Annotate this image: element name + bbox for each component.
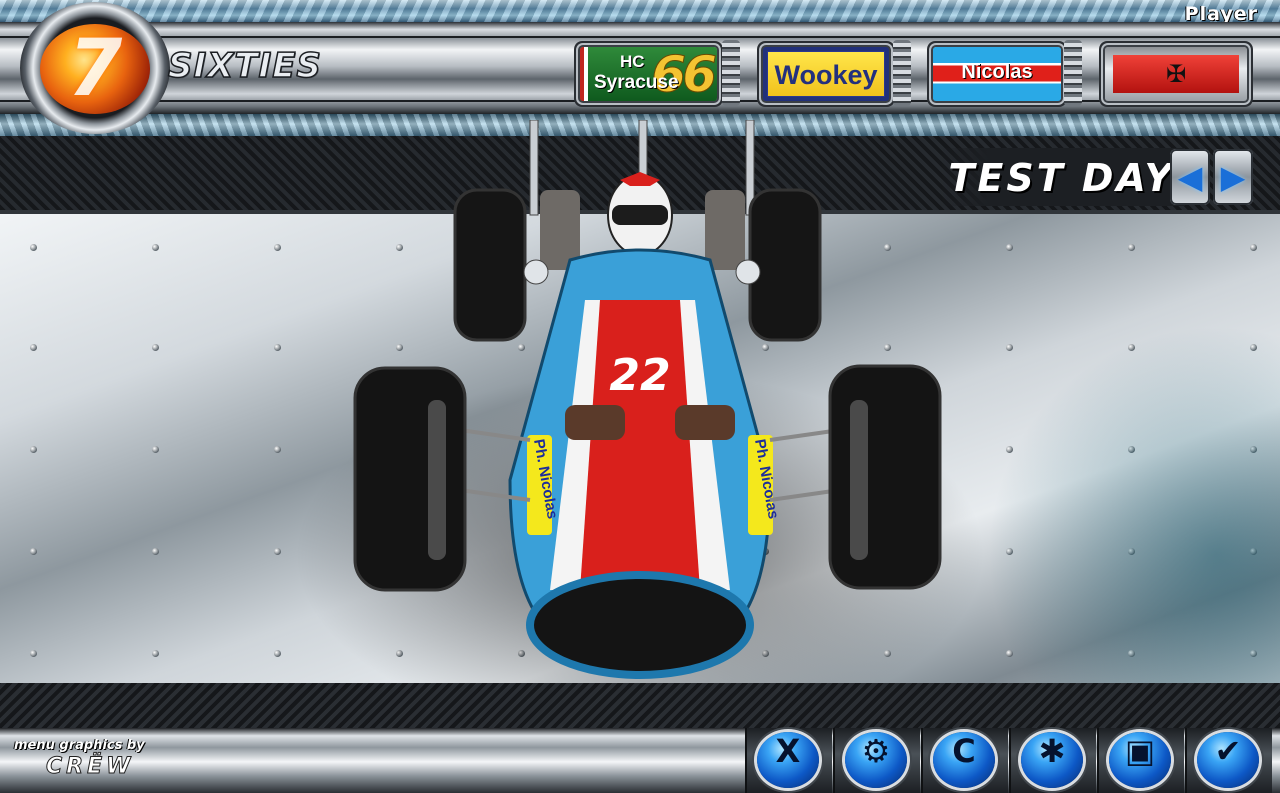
arrow-right-icon: ▶ — [1220, 158, 1246, 196]
floor-rivet — [1006, 446, 1013, 453]
camera-button[interactable]: ▣ — [1097, 728, 1184, 793]
credit-line2: CRËW — [45, 754, 135, 780]
double-eagle-icon: ✠ — [1165, 60, 1187, 88]
floor-rivet — [274, 650, 281, 657]
floor-rivet — [1128, 244, 1135, 251]
nationality-selector[interactable]: ✠ — [1105, 47, 1247, 101]
exit-button[interactable]: X — [745, 728, 832, 793]
setup-glyph: ⚙ — [861, 732, 891, 770]
floor-rivet — [274, 446, 281, 453]
credit-line1: menu graphics by — [14, 738, 145, 753]
floor-rivet — [1250, 446, 1257, 453]
check-glyph: ✔ — [1214, 732, 1242, 770]
floor-rivet — [1006, 650, 1013, 657]
garage-icon: C — [933, 732, 995, 788]
engine-button[interactable]: ✱ — [1009, 728, 1096, 793]
floor-rivet — [274, 344, 281, 351]
engine-glyph: ✱ — [1038, 732, 1066, 770]
floor-rivet — [1128, 446, 1135, 453]
floor-rivet — [1250, 244, 1257, 251]
driver-name: Nicolas — [961, 61, 1033, 83]
close-icon: X — [757, 732, 819, 788]
car-number: 22 — [609, 350, 670, 401]
floor-rivet — [1128, 548, 1135, 555]
engine-icon: ✱ — [1021, 732, 1083, 788]
car-setup-button[interactable]: ⚙ — [833, 728, 920, 793]
floor-rivet — [274, 244, 281, 251]
floor-rivet — [1250, 650, 1257, 657]
floor-rivet — [30, 650, 37, 657]
header-divider-bolt — [1064, 40, 1082, 106]
floor-rivet — [152, 446, 159, 453]
camera-glyph: ▣ — [1124, 732, 1156, 770]
floor-rivet — [152, 650, 159, 657]
camera-icon: ▣ — [1109, 732, 1171, 788]
confirm-button[interactable]: ✔ — [1185, 728, 1272, 793]
close-glyph: X — [775, 732, 801, 770]
car-name: Wookey — [767, 51, 885, 97]
floor-rivet — [1006, 244, 1013, 251]
carbon-bottom-band — [0, 683, 1280, 728]
floor-rivet — [1006, 548, 1013, 555]
header-divider-bolt — [722, 40, 740, 106]
floor-rivet — [1250, 344, 1257, 351]
previous-session-button[interactable]: ◀ — [1170, 149, 1210, 205]
team-name-line1: HC — [620, 52, 645, 71]
logo-text: SIXTIES — [167, 45, 322, 87]
floor-rivet — [30, 244, 37, 251]
floor-rivet — [152, 548, 159, 555]
car-setup-icon: ⚙ — [845, 732, 907, 788]
garage-glyph: C — [952, 732, 976, 770]
session-title-banner: TEST DAY — [940, 148, 1185, 206]
floor-rivet — [274, 548, 281, 555]
logo-numeral: 7 — [68, 24, 123, 114]
arrow-left-icon: ◀ — [1177, 158, 1203, 196]
floor-rivet — [1250, 548, 1257, 555]
driver-selector[interactable]: Nicolas — [933, 47, 1061, 101]
floor-rivet — [30, 344, 37, 351]
car-selector[interactable]: Wookey — [763, 47, 889, 101]
albania-flag-icon: ✠ — [1113, 55, 1239, 93]
sponsor-right: Ph. Nicolas — [748, 435, 782, 535]
race-car-preview[interactable]: 22 Ph. Nicolas Ph. Nicolas — [350, 120, 950, 680]
floor-rivet — [1006, 344, 1013, 351]
team-selector[interactable]: 66 HC Syracuse — [580, 47, 717, 101]
floor-rivet — [152, 344, 159, 351]
next-session-button[interactable]: ▶ — [1213, 149, 1253, 205]
session-title: TEST DAY — [948, 156, 1175, 200]
floor-rivet — [1128, 650, 1135, 657]
check-icon: ✔ — [1197, 732, 1259, 788]
top-ice-strip — [0, 0, 1280, 22]
floor-rivet — [30, 548, 37, 555]
header-divider-bolt — [893, 40, 911, 106]
team-name-line2: Syracuse — [594, 72, 679, 93]
floor-rivet — [152, 244, 159, 251]
floor-rivet — [30, 446, 37, 453]
garage-button[interactable]: C — [921, 728, 1008, 793]
floor-rivet — [1128, 344, 1135, 351]
